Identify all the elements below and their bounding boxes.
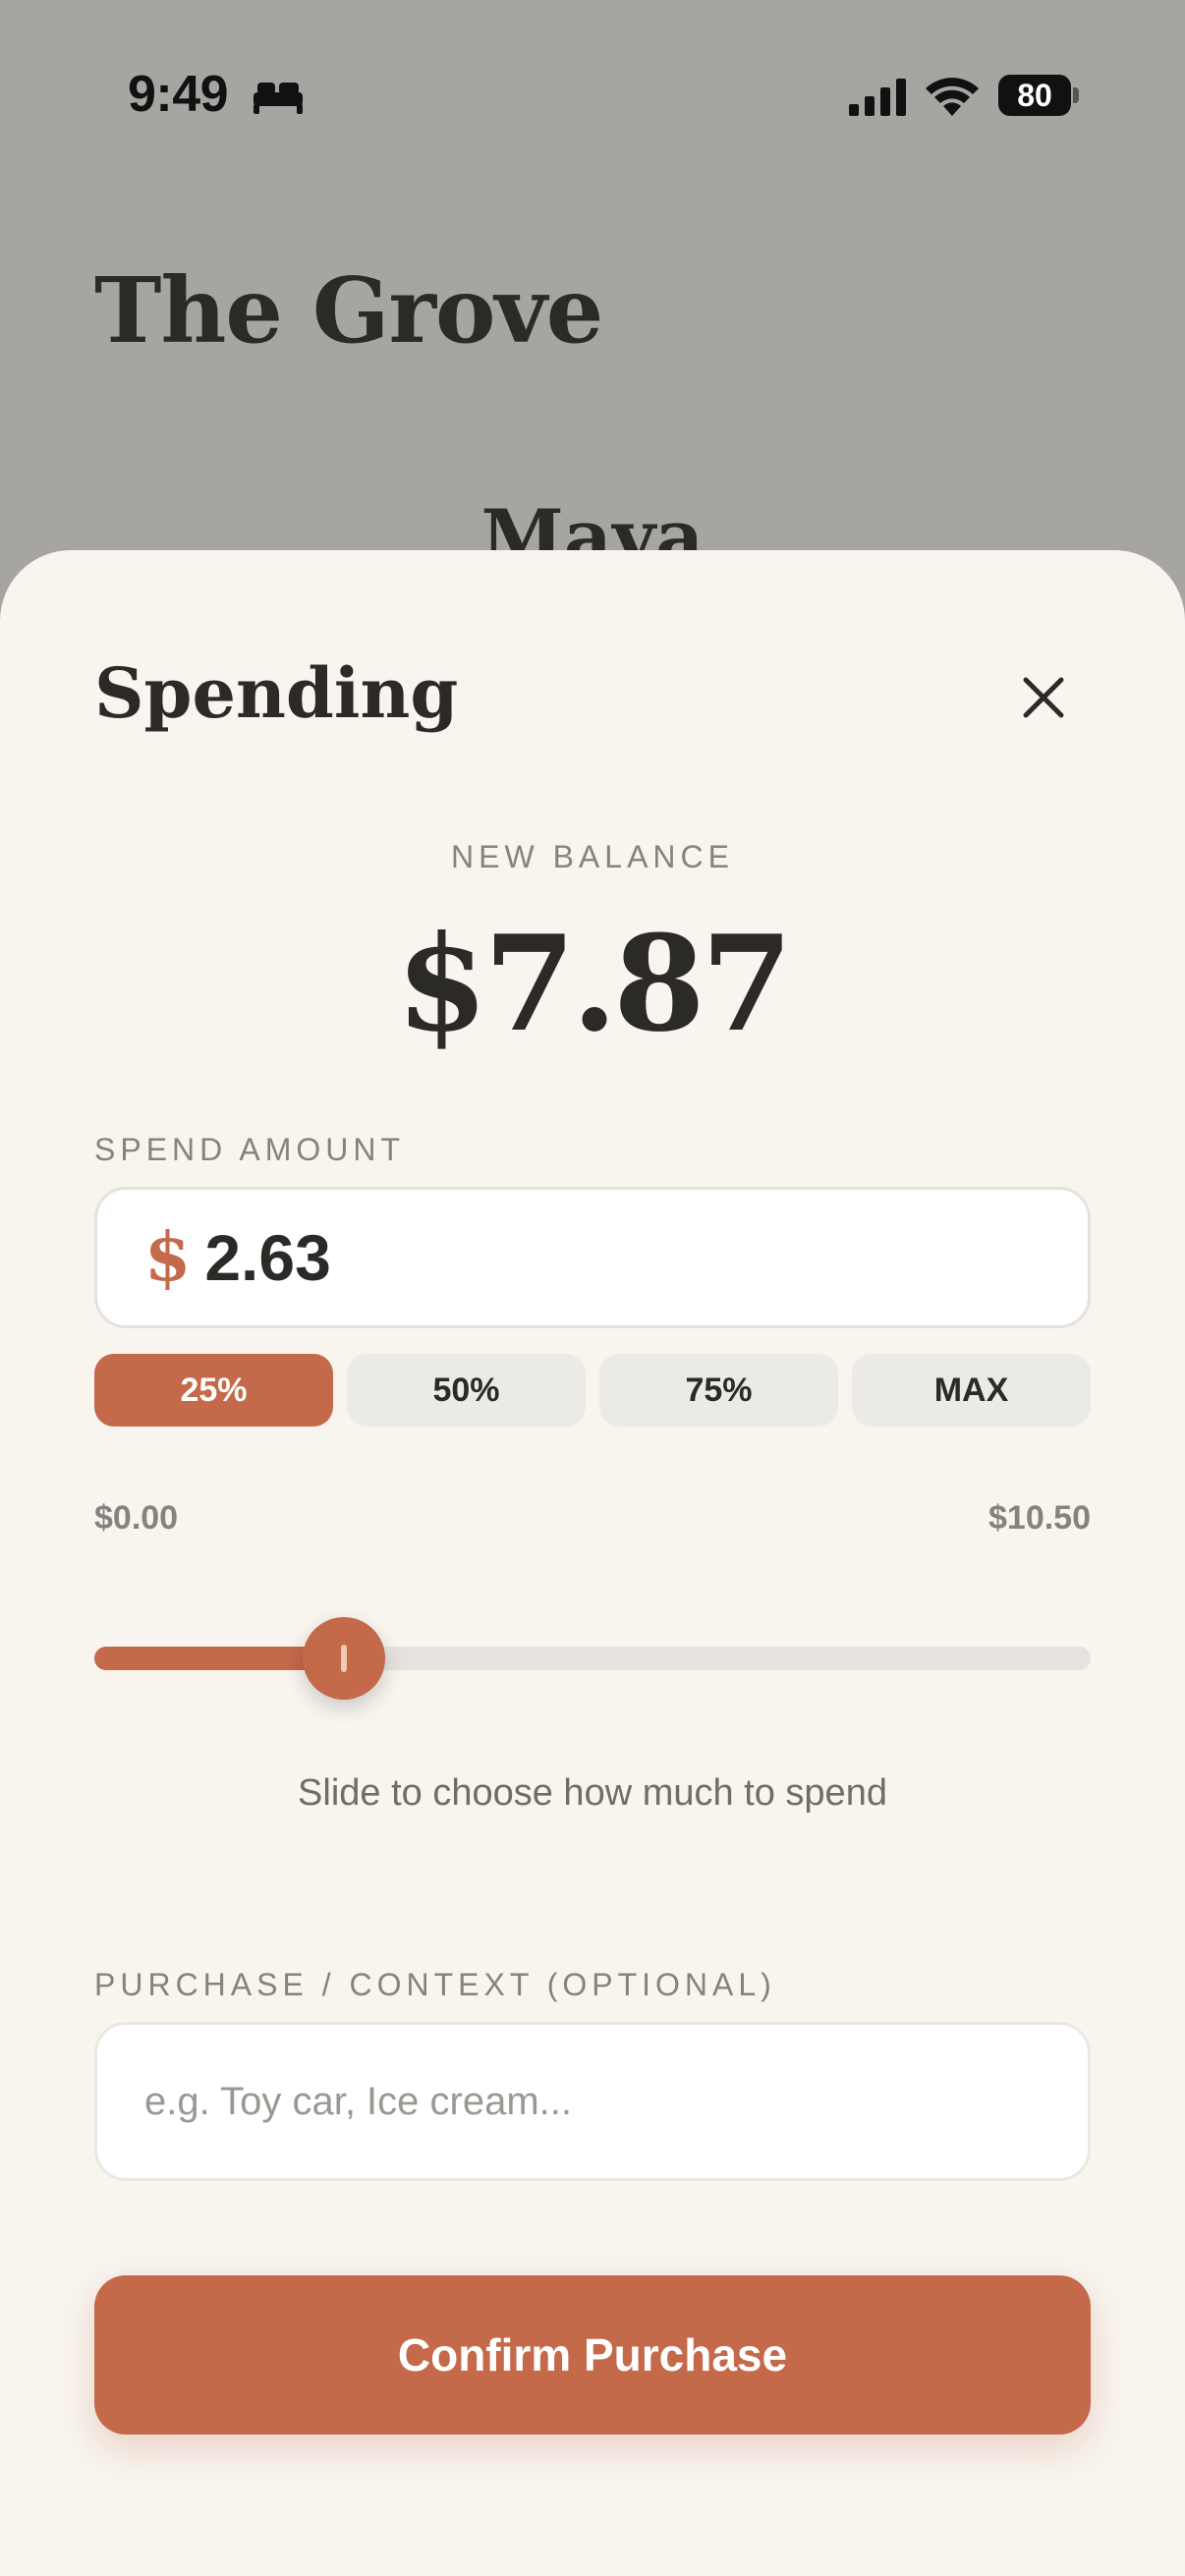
status-time: 9:49 (128, 66, 229, 123)
confirm-purchase-button[interactable]: Confirm Purchase (94, 2275, 1091, 2435)
spending-sheet: Spending NEW BALANCE $7.87 SPEND AMOUNT … (0, 550, 1185, 2576)
new-balance-value: $7.87 (396, 906, 793, 1061)
spend-slider[interactable] (94, 1617, 1091, 1700)
battery-level: 80 (998, 75, 1071, 116)
bed-icon (254, 83, 303, 114)
range-min-label: $0.00 (94, 1499, 179, 1537)
preset-75-button[interactable]: 75% (599, 1354, 838, 1427)
spend-amount-input[interactable]: $ 2.63 (94, 1187, 1091, 1328)
currency-symbol: $ (144, 1218, 192, 1297)
close-button[interactable] (1004, 658, 1083, 737)
battery-indicator: 80 (998, 75, 1079, 116)
new-balance-label: NEW BALANCE (451, 839, 734, 874)
slider-hint: Slide to choose how much to spend (298, 1772, 887, 1814)
preset-max-button[interactable]: MAX (852, 1354, 1091, 1427)
status-bar: 9:49 80 (0, 0, 1185, 196)
wifi-icon (926, 78, 979, 116)
close-icon (1023, 677, 1064, 718)
context-input[interactable] (94, 2022, 1091, 2181)
sheet-title: Spending (94, 652, 459, 734)
spend-amount-label: SPEND AMOUNT (94, 1132, 406, 1167)
signal-icon (849, 79, 906, 116)
spend-amount-value: 2.63 (204, 1221, 331, 1294)
preset-25-button[interactable]: 25% (94, 1354, 333, 1427)
preset-buttons: 25% 50% 75% MAX (94, 1354, 1091, 1427)
battery-cap (1073, 87, 1079, 103)
slider-thumb[interactable] (303, 1617, 385, 1700)
app-title: The Grove (94, 257, 603, 364)
range-max-label: $10.50 (988, 1499, 1091, 1537)
context-label: PURCHASE / CONTEXT (OPTIONAL) (94, 1967, 776, 2002)
preset-50-button[interactable]: 50% (347, 1354, 586, 1427)
